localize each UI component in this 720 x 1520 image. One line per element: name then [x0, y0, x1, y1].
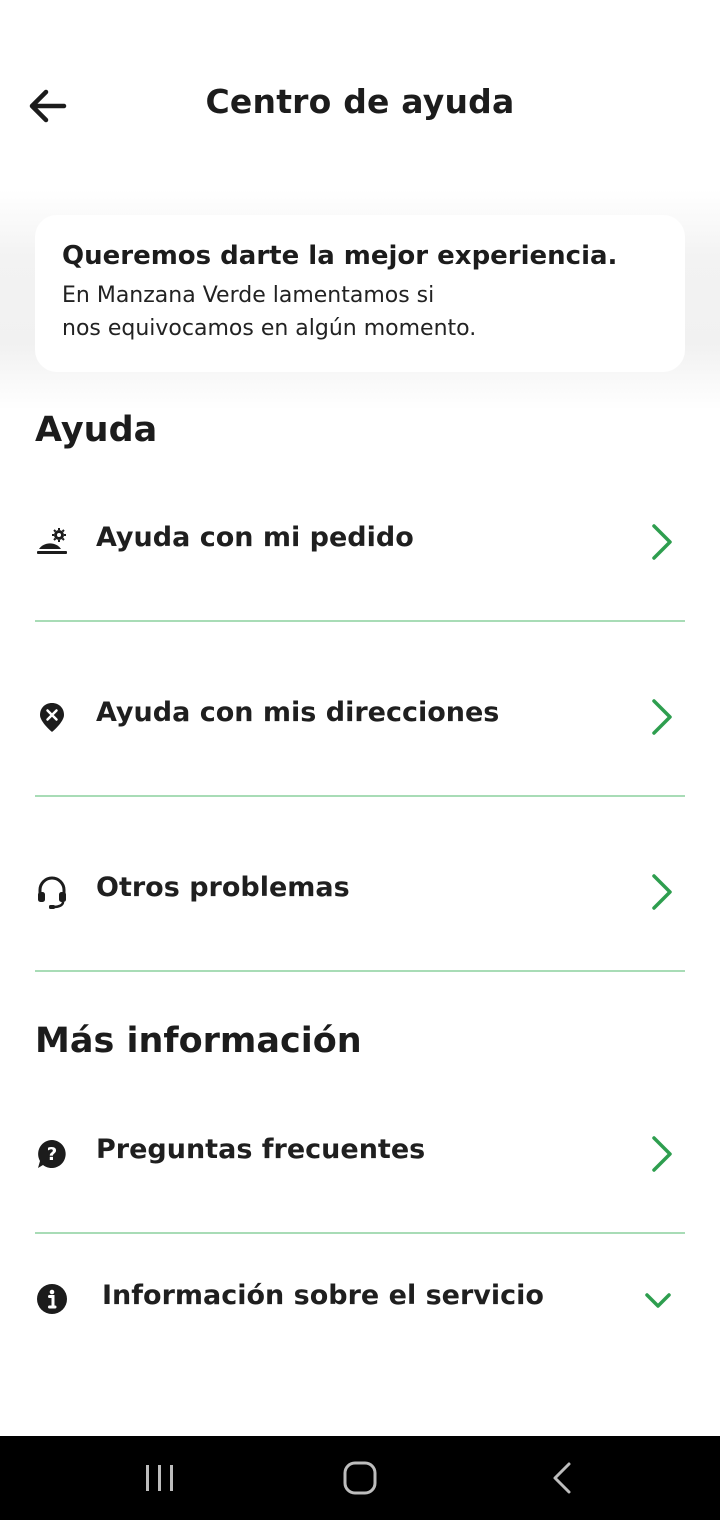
chevron-right-icon — [645, 697, 679, 737]
banner-text-line-1: En Manzana Verde lamentamos si — [62, 283, 435, 308]
chevron-right-icon — [645, 522, 679, 562]
item-label-faq: Preguntas frecuentes — [96, 1134, 426, 1165]
system-nav-bar — [0, 1436, 720, 1520]
food-service-bell-icon — [35, 525, 69, 559]
banner-text: En Manzana Verde lamentamos si nos equiv… — [62, 279, 512, 345]
svg-text:?: ? — [47, 1144, 57, 1165]
list-item-other-problems[interactable]: Otros problemas — [35, 832, 685, 952]
recents-button[interactable] — [130, 1452, 190, 1504]
home-button[interactable] — [330, 1452, 390, 1504]
location-pin-x-icon — [35, 700, 69, 734]
info-banner: Queremos darte la mejor experiencia. En … — [35, 215, 685, 372]
divider — [35, 970, 685, 972]
banner-title: Queremos darte la mejor experiencia. — [62, 241, 618, 271]
nav-back-button[interactable] — [532, 1452, 592, 1504]
info-circle-icon — [35, 1282, 69, 1316]
list-item-faq[interactable]: ? Preguntas frecuentes — [35, 1094, 685, 1214]
page-title: Centro de ayuda — [205, 82, 515, 121]
divider — [35, 1232, 685, 1234]
item-label-address-help: Ayuda con mis direcciones — [96, 697, 500, 728]
item-label-other-problems: Otros problemas — [96, 872, 350, 903]
headset-icon — [35, 875, 69, 909]
list-item-order-help[interactable]: Ayuda con mi pedido — [35, 482, 685, 602]
divider — [35, 795, 685, 797]
section-title-help: Ayuda — [35, 410, 158, 450]
item-label-order-help: Ayuda con mi pedido — [96, 522, 414, 553]
question-bubble-icon: ? — [35, 1137, 69, 1171]
divider — [35, 620, 685, 622]
list-item-address-help[interactable]: Ayuda con mis direcciones — [35, 657, 685, 777]
chevron-right-icon — [645, 1134, 679, 1174]
item-label-service-info: Información sobre el servicio — [102, 1280, 544, 1311]
banner-text-line-2: nos equivocamos en algún momento. — [62, 316, 477, 341]
section-title-more-info: Más información — [35, 1021, 362, 1061]
chevron-down-icon — [641, 1280, 675, 1320]
chevron-right-icon — [645, 872, 679, 912]
back-chevron-icon — [553, 1462, 571, 1494]
recents-icon — [146, 1465, 173, 1491]
app-header: Centro de ayuda — [0, 0, 720, 200]
home-icon — [343, 1461, 377, 1495]
list-item-service-info[interactable]: Información sobre el servicio — [35, 1240, 685, 1350]
